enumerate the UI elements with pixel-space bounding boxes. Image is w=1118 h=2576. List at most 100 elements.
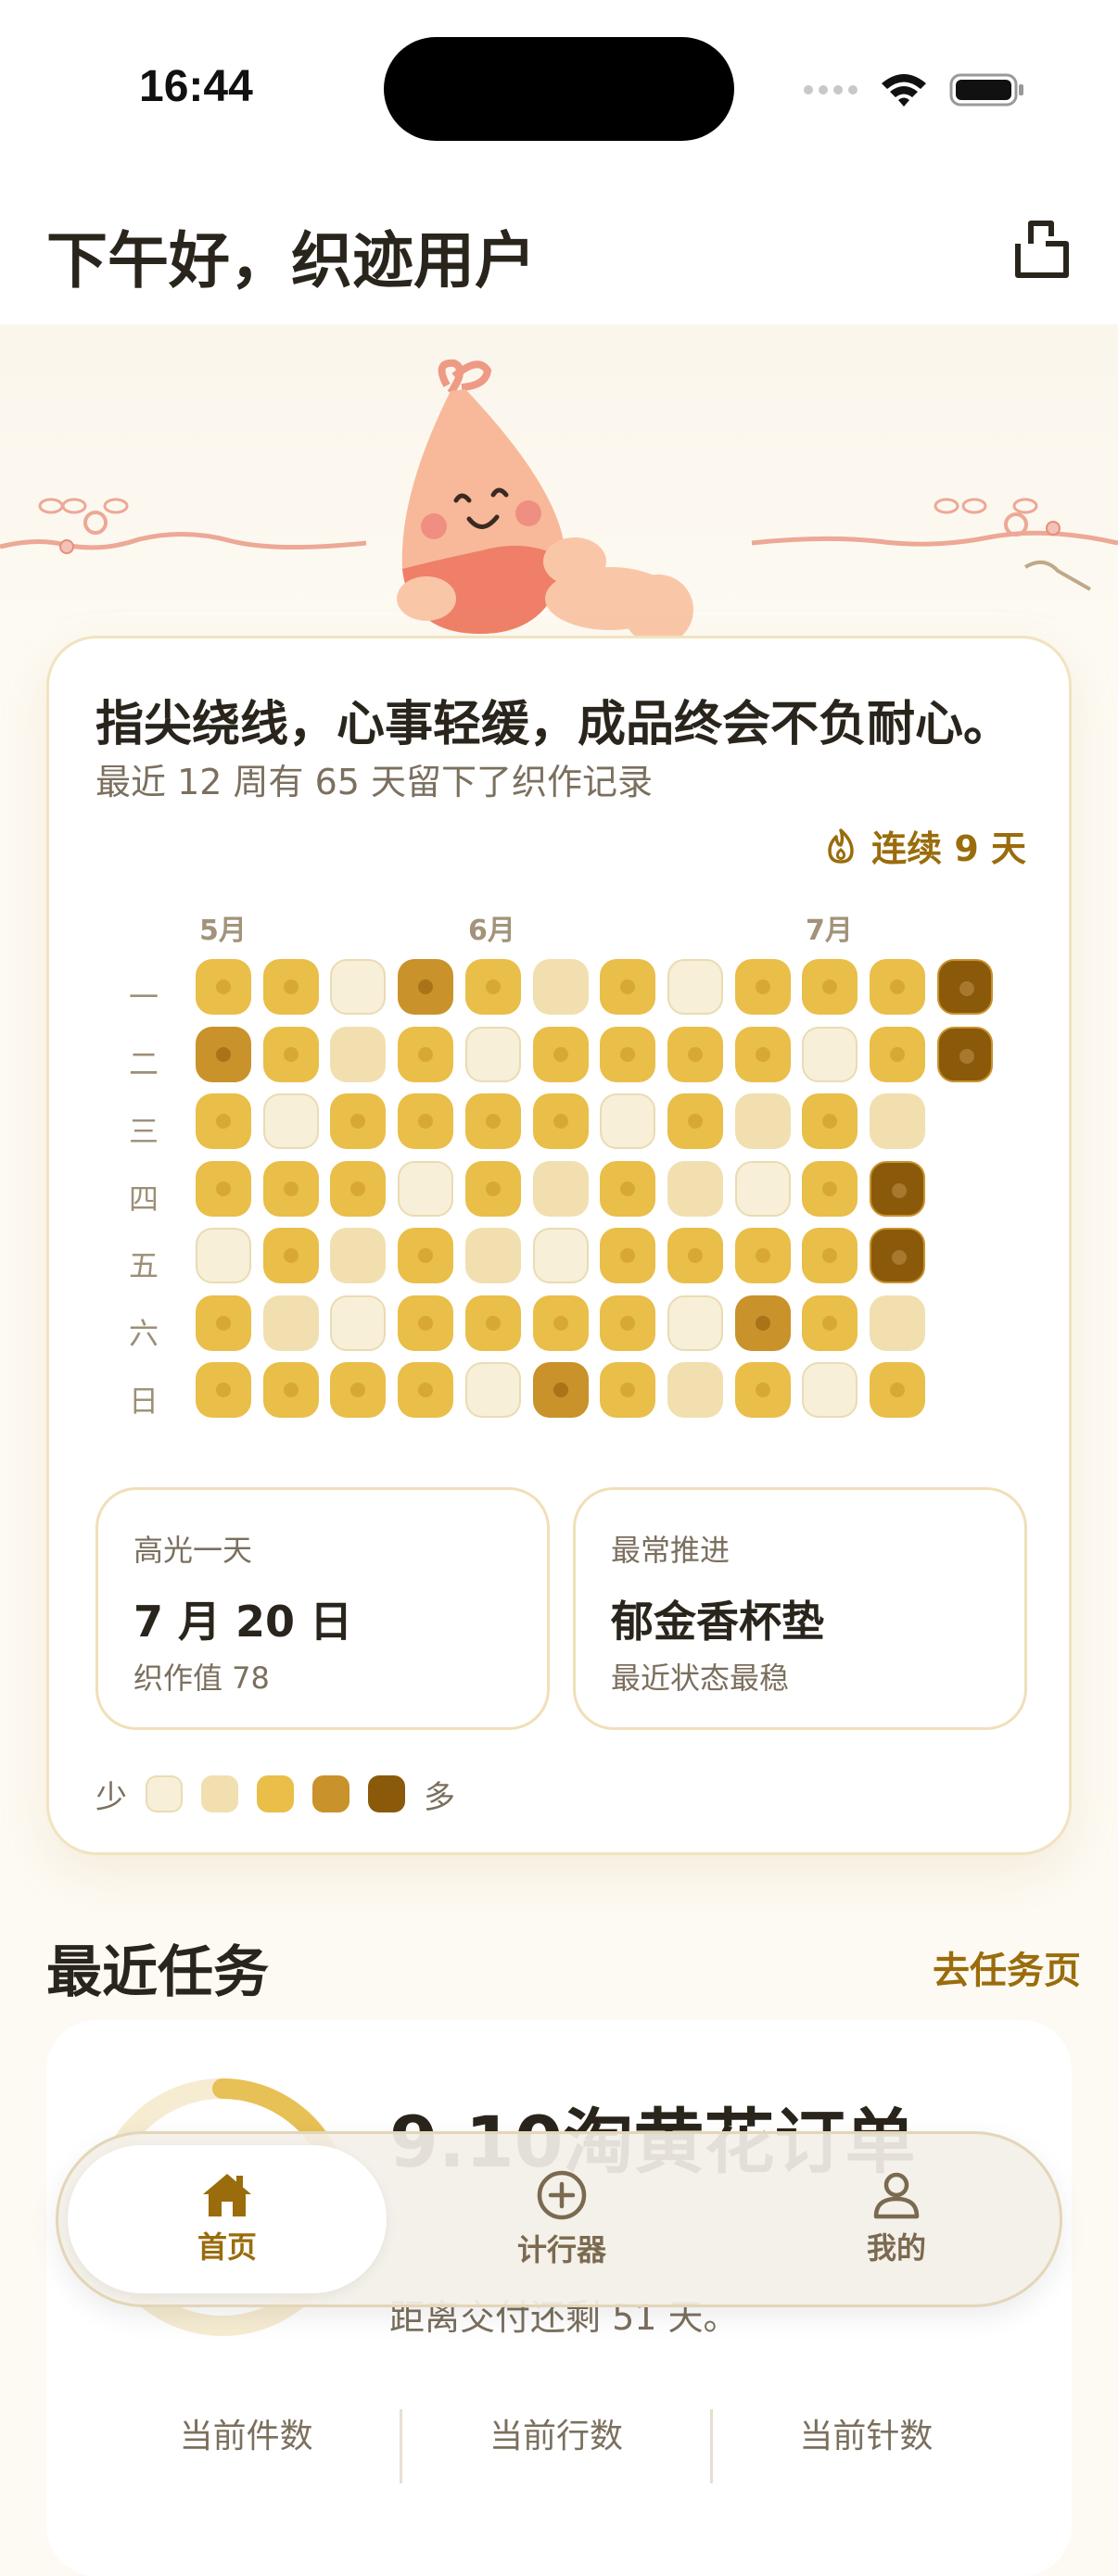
heatmap-cell[interactable] <box>398 1093 454 1149</box>
heatmap-cell[interactable] <box>802 1160 858 1217</box>
heatmap-cell[interactable] <box>398 1362 454 1418</box>
export-button[interactable] <box>1003 209 1081 287</box>
heatmap-cell[interactable] <box>870 1160 925 1217</box>
heatmap-cell[interactable] <box>196 959 251 1015</box>
heatmap-cell[interactable] <box>870 1294 925 1351</box>
heatmap-cell[interactable] <box>734 1362 791 1418</box>
heatmap-cell-dot <box>620 1315 636 1331</box>
heatmap-cell[interactable] <box>464 959 521 1015</box>
heatmap-cell[interactable] <box>532 1093 589 1149</box>
heatmap-cell[interactable] <box>398 1294 454 1351</box>
heatmap-cell[interactable] <box>196 1362 251 1418</box>
heatmap-cell[interactable] <box>464 1093 521 1149</box>
heatmap-cell[interactable] <box>196 1228 251 1283</box>
heatmap-cell[interactable] <box>532 1362 589 1418</box>
month-label: 6月 <box>468 915 515 947</box>
heatmap-cell[interactable] <box>262 1160 319 1217</box>
heatmap-cell[interactable] <box>398 959 454 1015</box>
heatmap-cell[interactable] <box>802 1228 858 1283</box>
heatmap-cell[interactable] <box>870 959 925 1015</box>
heatmap-cell[interactable] <box>667 1026 723 1082</box>
heatmap-cell-dot <box>485 1181 501 1196</box>
most-progress-card[interactable]: 最常推进 郁金香杯垫 最近状态最稳 <box>573 1487 1027 1730</box>
heatmap-cell[interactable] <box>532 1228 589 1283</box>
go-to-tasks-link[interactable]: 去任务页 <box>933 1940 1081 1994</box>
heatmap-cell[interactable] <box>464 1228 521 1283</box>
heatmap-cell-dot <box>216 1315 231 1331</box>
heatmap-cell-dot <box>485 979 501 994</box>
heatmap-cell[interactable] <box>330 1160 387 1217</box>
tab-home[interactable]: 首页 <box>68 2145 387 2293</box>
heatmap-cell[interactable] <box>667 1160 723 1217</box>
heatmap-cell[interactable] <box>734 1228 791 1283</box>
heatmap-cell[interactable] <box>600 1026 656 1082</box>
heatmap-cell-dot <box>755 1315 770 1331</box>
tab-profile[interactable]: 我的 <box>737 2145 1056 2293</box>
heatmap-cell[interactable] <box>398 1228 454 1283</box>
heatmap-cell[interactable] <box>262 959 319 1015</box>
heatmap-cell[interactable] <box>870 1093 925 1149</box>
heatmap-cell[interactable] <box>262 1362 319 1418</box>
heatmap-cell[interactable] <box>262 1093 319 1149</box>
heatmap-cell[interactable] <box>667 1093 723 1149</box>
heatmap-cell[interactable] <box>802 1362 858 1418</box>
heatmap-cell[interactable] <box>330 1362 387 1418</box>
heatmap-cell[interactable] <box>532 1294 589 1351</box>
heatmap-cell[interactable] <box>802 1294 858 1351</box>
heatmap-cell[interactable] <box>330 1026 387 1082</box>
heatmap-cell[interactable] <box>936 1026 993 1082</box>
heatmap-cell[interactable] <box>870 1026 925 1082</box>
heatmap-cell[interactable] <box>532 1160 589 1217</box>
heatmap-cell-dot <box>959 1048 974 1064</box>
heatmap-cell-dot <box>822 1114 838 1129</box>
heatmap-cell[interactable] <box>667 1228 723 1283</box>
heatmap-cell[interactable] <box>464 1362 521 1418</box>
heatmap-cell-dot <box>620 979 636 994</box>
heatmap-cell[interactable] <box>667 1362 723 1418</box>
heatmap-cell[interactable] <box>398 1026 454 1082</box>
heatmap-cell[interactable] <box>734 1294 791 1351</box>
heatmap-cell[interactable] <box>600 1228 656 1283</box>
heatmap-cell[interactable] <box>464 1160 521 1217</box>
heatmap-cell[interactable] <box>734 1026 791 1082</box>
heatmap-cell[interactable] <box>734 959 791 1015</box>
heatmap-cell[interactable] <box>802 1026 858 1082</box>
heatmap-cell[interactable] <box>667 959 723 1015</box>
heatmap-cell[interactable] <box>262 1228 319 1283</box>
heatmap-cell[interactable] <box>464 1026 521 1082</box>
heatmap-cell[interactable] <box>734 1093 791 1149</box>
heatmap-cell[interactable] <box>330 1093 387 1149</box>
heatmap-cell[interactable] <box>600 1362 656 1418</box>
heatmap-cell[interactable] <box>802 959 858 1015</box>
heatmap-cell[interactable] <box>667 1294 723 1351</box>
heatmap-cell[interactable] <box>196 1026 251 1082</box>
heatmap-cell[interactable] <box>330 1294 387 1351</box>
heatmap-cell[interactable] <box>802 1093 858 1149</box>
heatmap-cell[interactable] <box>196 1294 251 1351</box>
heatmap-cell[interactable] <box>734 1160 791 1217</box>
heatmap-cell[interactable] <box>196 1093 251 1149</box>
heatmap-cell-dot <box>216 1383 231 1397</box>
highlight-day-card[interactable]: 高光一天 7 月 20 日 织作值 78 <box>95 1487 550 1730</box>
heatmap-cell[interactable] <box>870 1362 925 1418</box>
heatmap-cell[interactable] <box>330 959 387 1015</box>
heatmap-cell[interactable] <box>600 1093 656 1149</box>
heatmap-cell-dot <box>216 1114 231 1129</box>
heatmap-cell[interactable] <box>600 1160 656 1217</box>
heatmap-cell[interactable] <box>600 959 656 1015</box>
heatmap-cell[interactable] <box>464 1294 521 1351</box>
heatmap-cell[interactable] <box>600 1294 656 1351</box>
heatmap-cell[interactable] <box>870 1228 925 1283</box>
heatmap-cell[interactable] <box>262 1026 319 1082</box>
heatmap-cell[interactable] <box>262 1294 319 1351</box>
heatmap-legend: 少 多 <box>95 1771 455 1817</box>
heatmap-cell[interactable] <box>196 1160 251 1217</box>
tab-counter[interactable]: 计行器 <box>402 2145 721 2293</box>
heatmap-cell-dot <box>283 1383 299 1397</box>
heatmap-cell[interactable] <box>532 1026 589 1082</box>
yarn-decoration-right <box>751 498 1118 591</box>
heatmap-cell[interactable] <box>330 1228 387 1283</box>
heatmap-cell[interactable] <box>532 959 589 1015</box>
heatmap-cell[interactable] <box>398 1160 454 1217</box>
heatmap-cell[interactable] <box>936 959 993 1015</box>
